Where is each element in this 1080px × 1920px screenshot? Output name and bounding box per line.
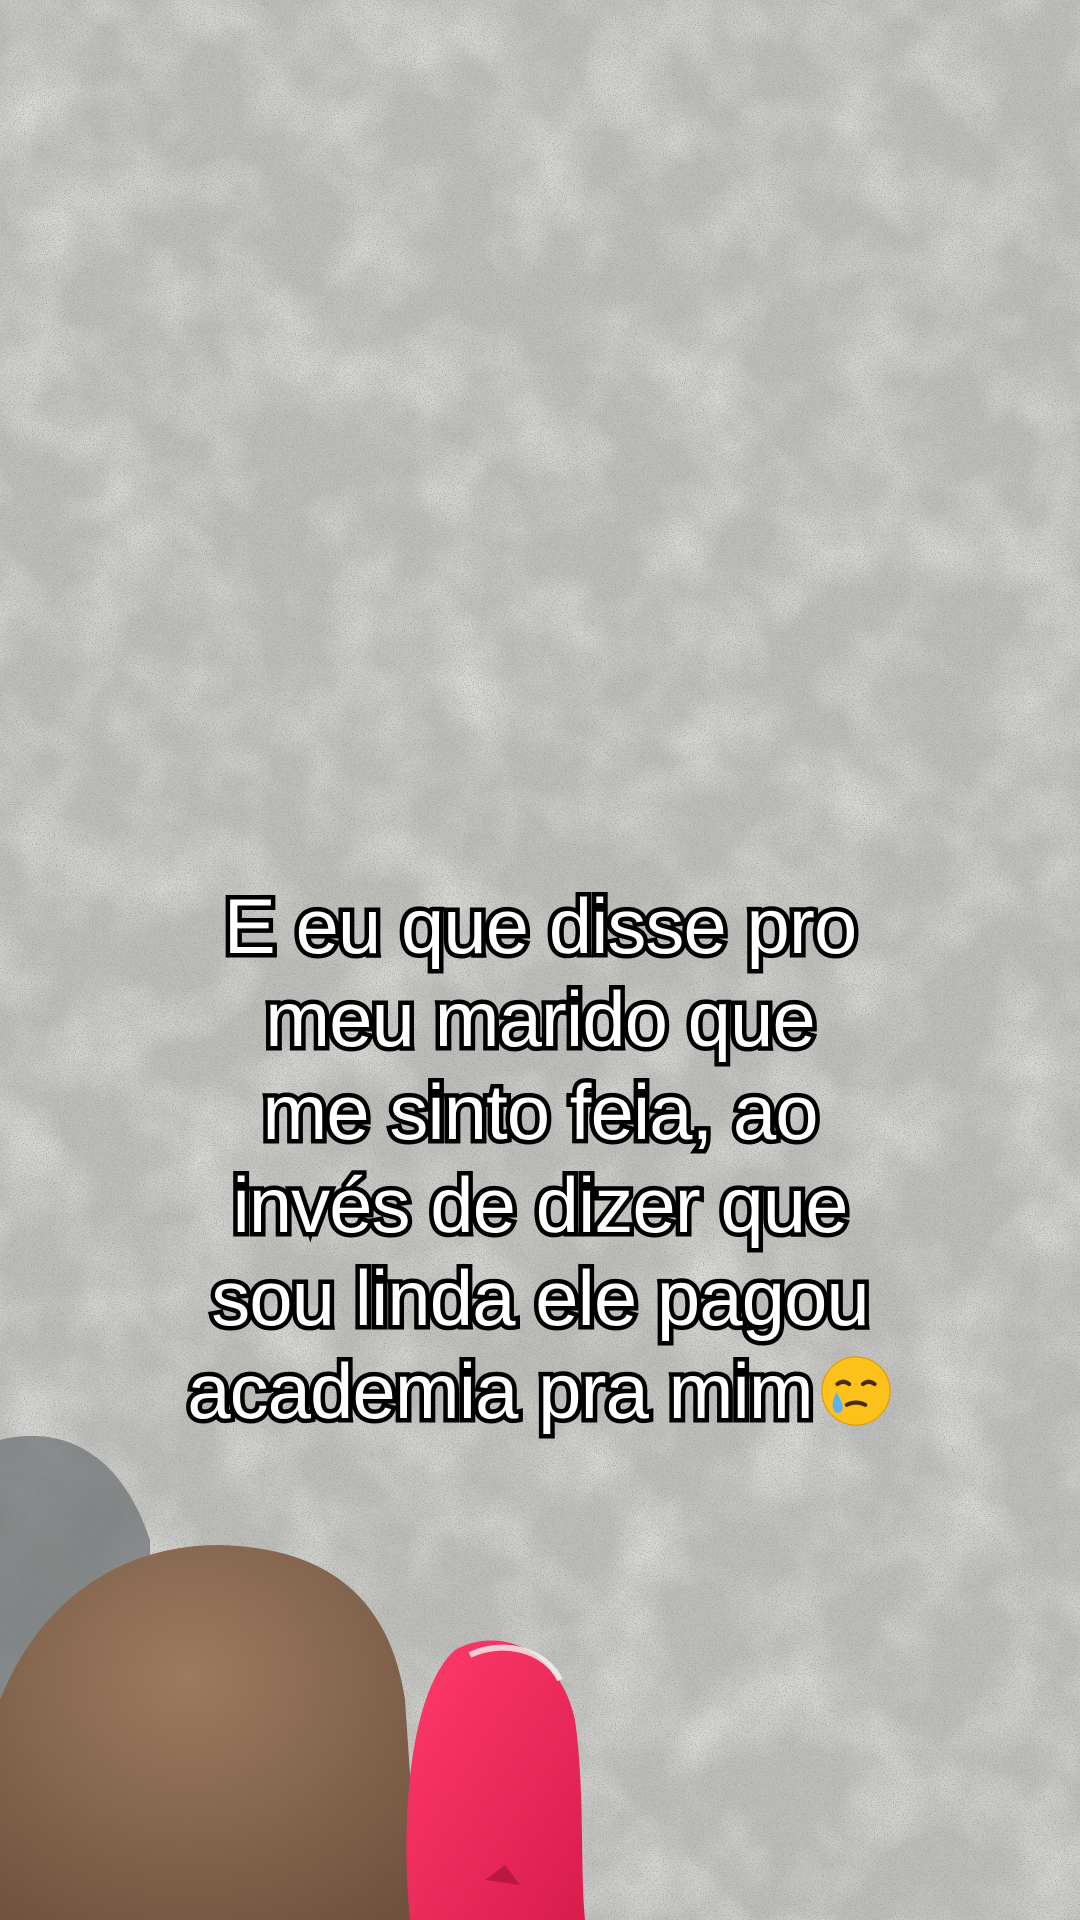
caption-line: invés de dizer que — [228, 1157, 853, 1254]
caption-line-text: academia pra mim — [183, 1343, 819, 1440]
caption-text: E eu que disse pro meu marido que me sin… — [60, 878, 1020, 1440]
caption-line: meu marido que — [261, 971, 821, 1068]
caption-line-last: academia pra mim — [60, 1343, 1020, 1440]
face-holding-back-tears-icon — [821, 1356, 891, 1426]
caption-line: sou linda ele pagou — [207, 1250, 875, 1347]
caption-line: me sinto feia, ao — [258, 1064, 823, 1161]
caption-line: E eu que disse pro — [219, 878, 861, 975]
